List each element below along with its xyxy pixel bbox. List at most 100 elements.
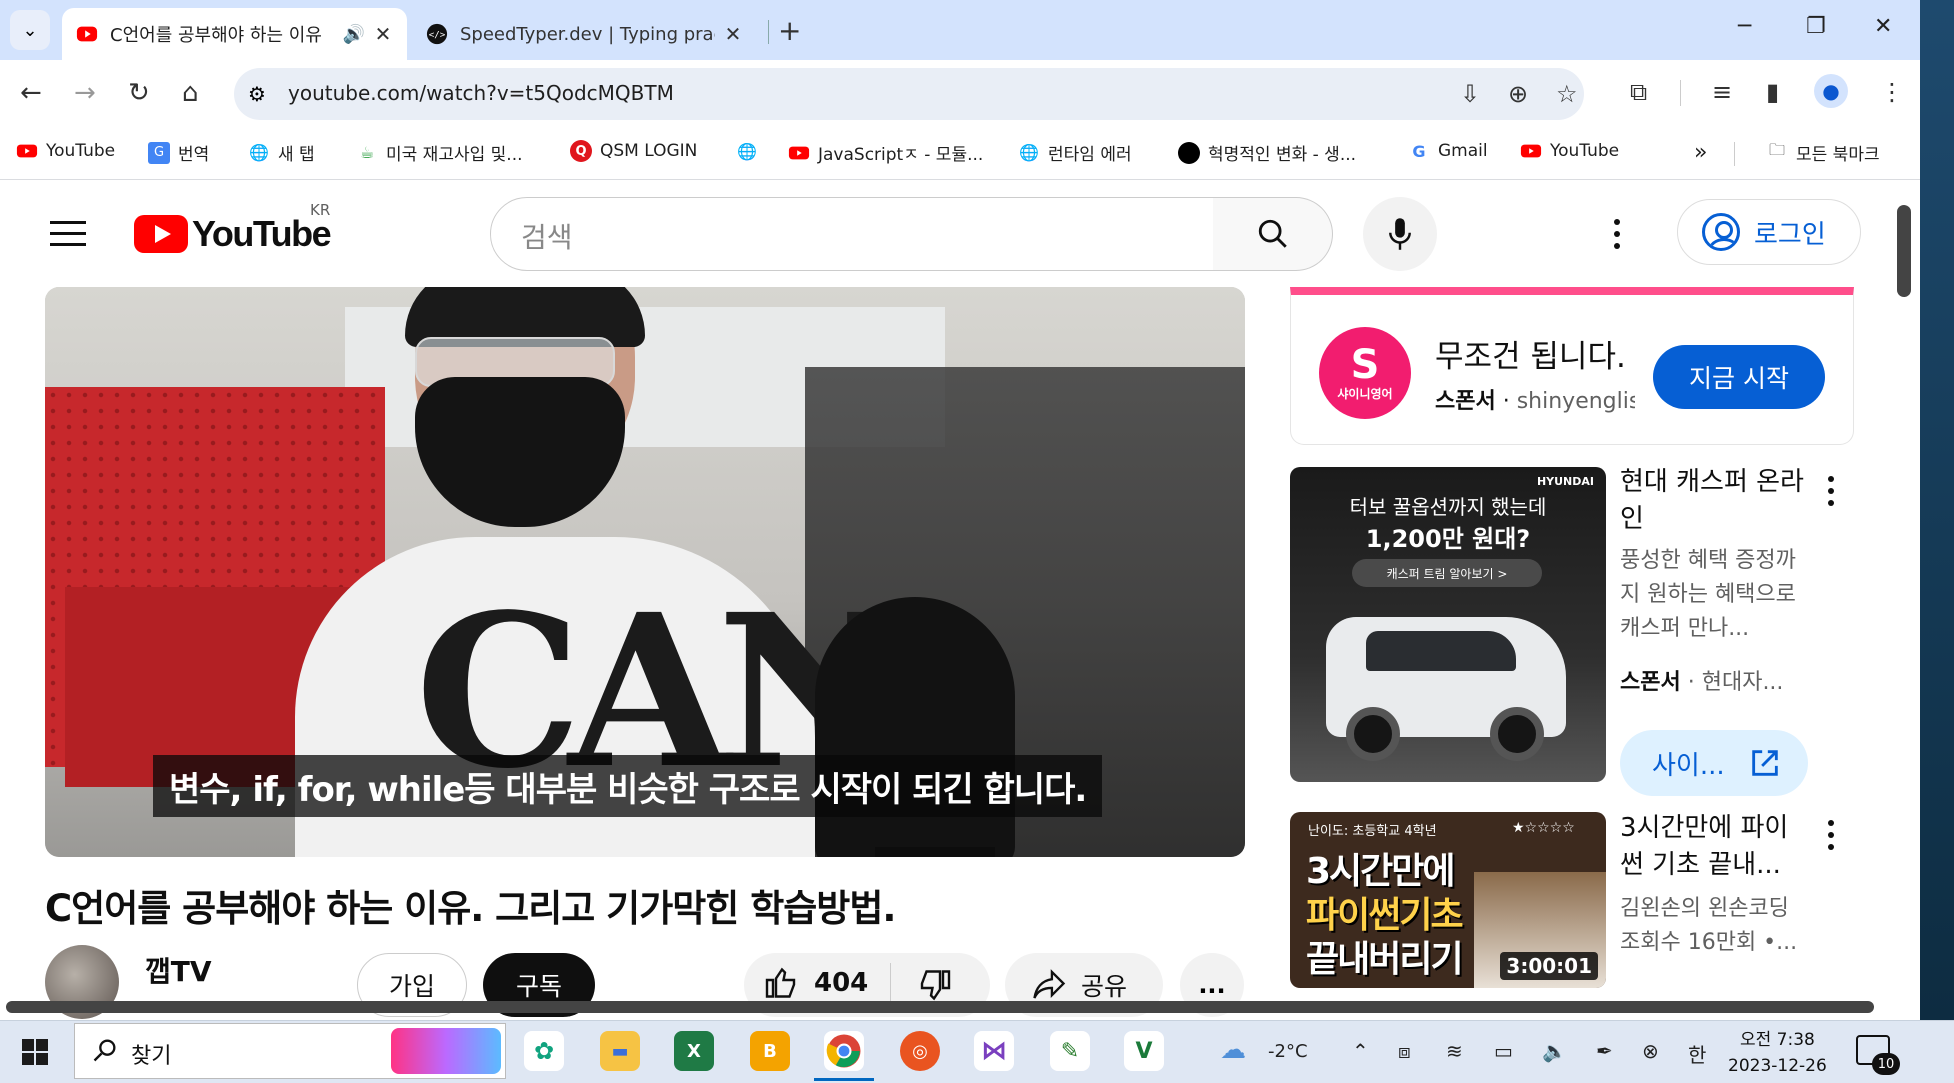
- back-arrow-icon[interactable]: ←: [20, 78, 42, 108]
- menu-kebab-icon[interactable]: ⋮: [1880, 78, 1904, 106]
- logo-mark: S: [1350, 341, 1380, 388]
- vertical-scrollbar[interactable]: [1897, 205, 1911, 297]
- bookmarks-overflow-button[interactable]: »: [1694, 140, 1707, 165]
- cloud-weather-icon[interactable]: ☁: [1220, 1035, 1246, 1065]
- restore-button[interactable]: ❐: [1806, 14, 1826, 39]
- speaker-icon[interactable]: 🔊: [343, 24, 365, 45]
- notes-app-icon[interactable]: B: [750, 1031, 790, 1071]
- like-button[interactable]: 404: [764, 965, 868, 1001]
- thumb-stars: ★☆☆☆☆: [1512, 820, 1575, 836]
- home-icon[interactable]: ⌂: [182, 78, 199, 108]
- chrome-app-icon[interactable]: [814, 1031, 874, 1081]
- video-player[interactable]: CAN 변수, if, for, while등 대부분 비슷한 구조로 시작이 …: [45, 287, 1245, 857]
- profile-avatar[interactable]: ●: [1814, 74, 1848, 108]
- python-channel-name[interactable]: 김왼손의 왼손코딩: [1620, 890, 1789, 922]
- bookmark-star-icon[interactable]: ☆: [1556, 80, 1578, 108]
- google-icon: G: [1412, 141, 1426, 161]
- bookmarks-bar: YouTube G 번역 🌐 새 탭 ☕ 미국 재고사입 및... Q QSM …: [0, 128, 1920, 180]
- bookmark-qsm-login[interactable]: Q QSM LOGIN: [570, 140, 697, 162]
- bookmark-translate[interactable]: G 번역: [148, 140, 209, 165]
- install-app-icon[interactable]: ⇩: [1460, 80, 1480, 108]
- chevron-up-icon[interactable]: ⌃: [1352, 1039, 1369, 1063]
- notification-center-icon[interactable]: 10: [1856, 1035, 1900, 1075]
- all-bookmarks-button[interactable]: 🗀 모든 북마크: [1766, 140, 1880, 165]
- device-icon[interactable]: ⧈: [1398, 1039, 1411, 1063]
- excel-app-icon[interactable]: X: [674, 1031, 714, 1071]
- horizontal-scrollbar[interactable]: [6, 1001, 1874, 1013]
- search-highlight-image: [391, 1028, 501, 1074]
- no-sync-icon[interactable]: ⊗: [1642, 1039, 1659, 1063]
- vim-app-icon[interactable]: V: [1124, 1031, 1164, 1071]
- forward-arrow-icon[interactable]: →: [74, 78, 96, 108]
- bookmark-revolution[interactable]: 혁명적인 변화 - 생...: [1178, 140, 1356, 165]
- weather-temperature[interactable]: -2°C: [1268, 1041, 1308, 1062]
- search-placeholder: 검색: [521, 221, 573, 254]
- search-button[interactable]: [1213, 197, 1333, 271]
- tab-youtube-video[interactable]: C언어를 공부해야 하는 이유 🔊 ✕: [62, 8, 407, 60]
- hyundai-ad-title[interactable]: 현대 캐스퍼 온라인: [1620, 464, 1810, 538]
- site-info-icon[interactable]: ⚙: [248, 82, 266, 106]
- bookmark-us-stock[interactable]: ☕ 미국 재고사입 및...: [356, 140, 523, 165]
- zoom-icon[interactable]: ⊕: [1508, 80, 1528, 108]
- folder-icon: 🗀: [1768, 140, 1785, 159]
- hyundai-ad-thumbnail[interactable]: HYUNDAI 터보 꿀옵션까지 했는데 1,200만 원대? 캐스퍼 트림 알…: [1290, 467, 1606, 782]
- thumbs-up-icon: [765, 967, 796, 998]
- tab-search-button[interactable]: ⌄: [10, 10, 50, 50]
- file-explorer-icon[interactable]: ▬: [600, 1031, 640, 1071]
- python-menu-icon[interactable]: [1828, 820, 1834, 856]
- bookmark-youtube[interactable]: YouTube: [16, 140, 115, 162]
- login-button[interactable]: 로그인: [1677, 199, 1861, 265]
- chatgpt-app-icon[interactable]: ✿: [524, 1031, 564, 1071]
- bookmark-runtime-error[interactable]: 🌐 런타임 에러: [1018, 140, 1132, 165]
- cup-icon: ☕: [359, 143, 375, 162]
- search-input[interactable]: 검색: [490, 197, 1214, 271]
- volume-icon[interactable]: 🔈: [1542, 1039, 1567, 1063]
- circle-icon: [1178, 141, 1200, 164]
- logo-text: 샤이니영어: [1337, 386, 1393, 401]
- wifi-icon[interactable]: ≋: [1446, 1039, 1463, 1063]
- address-bar[interactable]: ⚙ youtube.com/watch?v=t5QodcMQBTM ⇩ ⊕ ☆: [234, 68, 1584, 120]
- battery-icon[interactable]: ▭: [1494, 1039, 1513, 1063]
- close-tab-icon[interactable]: ✕: [373, 22, 393, 46]
- close-window-button[interactable]: ✕: [1874, 14, 1892, 39]
- reload-icon[interactable]: ↻: [128, 78, 150, 108]
- bookmark-new-tab[interactable]: 🌐 새 탭: [248, 140, 315, 165]
- bookmark-youtube-2[interactable]: YouTube: [1520, 140, 1619, 162]
- bookmark-globe[interactable]: 🌐: [736, 140, 766, 162]
- external-link-icon: [1752, 750, 1778, 776]
- system-clock[interactable]: 오전 7:38 2023-12-26: [1728, 1027, 1827, 1079]
- settings-kebab-icon[interactable]: [1614, 219, 1622, 255]
- bookmark-label: 미국 재고사입 및...: [386, 145, 523, 165]
- hyundai-menu-icon[interactable]: [1828, 476, 1834, 512]
- youtube-logo[interactable]: YouTube KR: [134, 201, 332, 255]
- visual-studio-icon[interactable]: ⋈: [974, 1031, 1014, 1071]
- python-video-title[interactable]: 3시간만에 파이썬 기초 끝내...: [1620, 810, 1810, 884]
- close-tab-icon[interactable]: ✕: [723, 22, 743, 46]
- new-tab-button[interactable]: +: [778, 14, 801, 47]
- bookmark-gmail[interactable]: G Gmail: [1408, 140, 1487, 162]
- svg-text:</>: </>: [429, 30, 446, 41]
- taskbar-search-box[interactable]: 찾기: [74, 1023, 506, 1079]
- notification-count: 10: [1872, 1053, 1900, 1075]
- hamburger-menu-icon[interactable]: [50, 221, 86, 247]
- extensions-icon[interactable]: ⧉: [1630, 78, 1647, 106]
- bookmark-javascript[interactable]: JavaScriptㅈ - 모듈...: [788, 140, 983, 165]
- visit-site-button[interactable]: 사이...: [1620, 730, 1808, 796]
- channel-name[interactable]: 깹TV: [145, 950, 212, 990]
- sponsored-ad-card[interactable]: S 샤이니영어 무조건 됩니다. 스폰서 · shinyenglish 지금 시…: [1290, 287, 1854, 445]
- minimize-button[interactable]: ─: [1738, 14, 1751, 39]
- voice-search-button[interactable]: [1363, 197, 1437, 271]
- media-control-icon[interactable]: ≡: [1712, 78, 1732, 106]
- ime-indicator[interactable]: 한: [1688, 1039, 1706, 1068]
- start-now-button[interactable]: 지금 시작: [1653, 345, 1825, 409]
- app-icon[interactable]: ✎: [1050, 1031, 1090, 1071]
- ubuntu-app-icon[interactable]: ◎: [900, 1031, 940, 1071]
- bookmark-label: 혁명적인 변화 - 생...: [1208, 145, 1357, 165]
- windows-start-icon[interactable]: [22, 1039, 48, 1065]
- bookmarks-divider: [1734, 142, 1735, 166]
- python-video-thumbnail[interactable]: 난이도: 초등학교 4학년 ★☆☆☆☆ 3시간만에 파이썬기초 끝내버리기 3:…: [1290, 812, 1606, 988]
- url-text[interactable]: youtube.com/watch?v=t5QodcMQBTM: [288, 81, 674, 105]
- pen-icon[interactable]: ✒: [1596, 1039, 1613, 1063]
- side-panel-icon[interactable]: ▮: [1766, 78, 1779, 106]
- tab-speedtyper[interactable]: </> SpeedTyper.dev | Typing practi ✕: [412, 8, 757, 60]
